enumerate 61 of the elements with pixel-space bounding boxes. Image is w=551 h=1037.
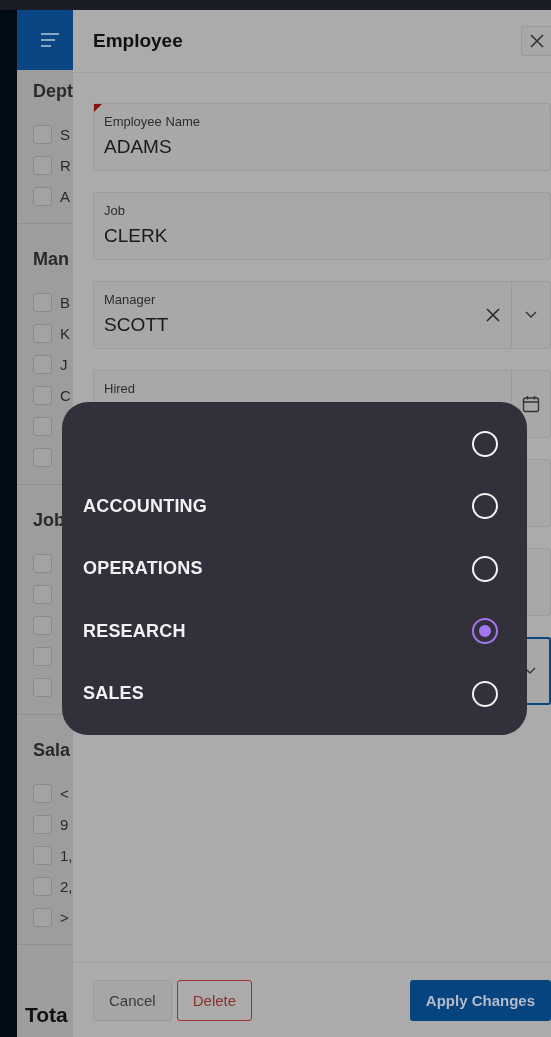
checkbox[interactable] — [33, 156, 52, 175]
checkbox[interactable] — [33, 784, 52, 803]
checkbox[interactable] — [33, 187, 52, 206]
facet-option: < — [60, 785, 69, 802]
facet-option: C — [60, 387, 71, 404]
facet-option: > — [60, 909, 69, 926]
checkbox[interactable] — [33, 616, 52, 635]
form-field[interactable]: Employee Name ADAMS — [93, 103, 551, 171]
menu-option[interactable]: ACCOUNTING — [83, 495, 207, 517]
menu-option[interactable]: RESEARCH — [83, 620, 186, 642]
field-value: CLERK — [104, 225, 169, 247]
menu-icon[interactable] — [41, 33, 61, 47]
checkbox[interactable] — [33, 386, 52, 405]
close-icon — [529, 34, 544, 48]
facet-option: B — [60, 294, 70, 311]
facet-option: J — [60, 356, 68, 373]
checkbox[interactable] — [33, 417, 52, 436]
required-marker-icon — [94, 104, 102, 112]
radio-button[interactable] — [472, 618, 498, 644]
checkbox[interactable] — [33, 877, 52, 896]
checkbox[interactable] — [33, 908, 52, 927]
facet-option: K — [60, 325, 70, 342]
checkbox[interactable] — [33, 554, 52, 573]
facet-title: Dept — [33, 80, 73, 103]
checkbox[interactable] — [33, 355, 52, 374]
delete-button[interactable]: Delete — [176, 979, 253, 1021]
facet-option: A — [60, 188, 70, 205]
checkbox[interactable] — [33, 846, 52, 865]
facet-option: S — [60, 126, 70, 143]
checkbox[interactable] — [33, 324, 52, 343]
field-value: SCOTT — [104, 314, 170, 336]
field-label: Job — [104, 203, 126, 218]
close-button[interactable] — [521, 26, 551, 56]
facet-option: 2, — [60, 878, 73, 895]
field-label: Manager — [104, 292, 157, 307]
menu-option[interactable]: SALES — [83, 683, 144, 704]
form-field[interactable]: Job CLERK — [93, 192, 551, 260]
checkbox[interactable] — [33, 585, 52, 604]
total-heading: Tota — [25, 1003, 69, 1027]
chevron-down-icon — [525, 311, 537, 319]
facet-option: 1, — [60, 847, 73, 864]
facet-option: R — [60, 157, 71, 174]
clear-icon[interactable] — [486, 308, 500, 322]
field-label: Employee Name — [104, 114, 202, 129]
menu-option[interactable]: OPERATIONS — [83, 558, 203, 579]
field-label: Hired — [104, 381, 137, 396]
checkbox[interactable] — [33, 678, 52, 697]
facet-title: Man — [33, 248, 70, 271]
checkbox[interactable] — [33, 293, 52, 312]
facet-option: 9 — [60, 816, 69, 833]
checkbox[interactable] — [33, 647, 52, 666]
field-value: ADAMS — [104, 136, 173, 158]
dialog-title: Employee — [93, 30, 183, 52]
checkbox[interactable] — [33, 815, 52, 834]
cancel-button[interactable]: Cancel — [93, 979, 172, 1021]
checkbox[interactable] — [33, 448, 52, 467]
facet-title: Sala — [33, 739, 72, 762]
form-field[interactable]: Manager SCOTT — [93, 281, 551, 349]
apply-button[interactable]: Apply Changes — [409, 979, 551, 1021]
checkbox[interactable] — [33, 125, 52, 144]
calendar-icon — [522, 395, 540, 413]
